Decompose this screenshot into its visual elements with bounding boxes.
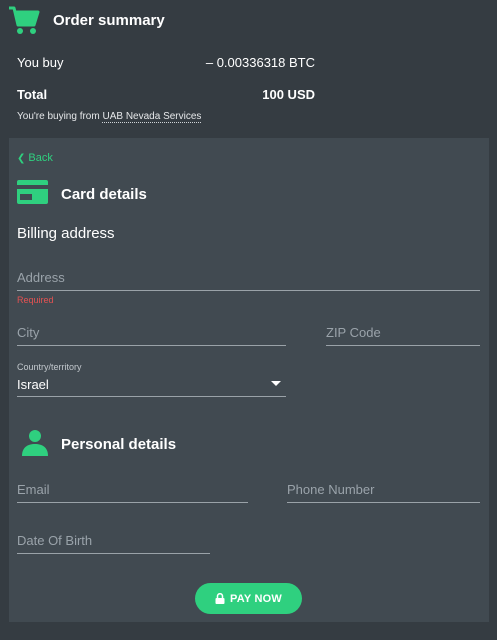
zip-code-field[interactable]: ZIP Code bbox=[326, 323, 480, 346]
vendor-prefix: You're buying from bbox=[17, 111, 100, 122]
address-field[interactable]: Address bbox=[17, 268, 480, 291]
email-field[interactable]: Email bbox=[17, 480, 248, 503]
email-placeholder: Email bbox=[17, 482, 50, 497]
person-icon bbox=[22, 430, 48, 456]
date-of-birth-placeholder: Date Of Birth bbox=[17, 533, 93, 548]
billing-address-heading: Billing address bbox=[17, 225, 115, 242]
total-label: Total bbox=[17, 87, 48, 102]
card-details-title: Card details bbox=[61, 186, 147, 203]
back-link[interactable]: ❮ Back bbox=[17, 152, 53, 164]
city-placeholder: City bbox=[17, 325, 40, 340]
order-summary-title: Order summary bbox=[53, 12, 165, 29]
vendor-link[interactable]: UAB Nevada Services bbox=[102, 111, 202, 123]
pay-now-label: PAY NOW bbox=[230, 592, 282, 605]
vendor-line: You're buying from UAB Nevada Services bbox=[17, 111, 202, 123]
payment-form-panel: ❮ Back Card details Billing address Addr… bbox=[9, 138, 489, 622]
order-summary: Order summary You buy – 0.00336318 BTC T… bbox=[0, 0, 497, 138]
cart-icon bbox=[9, 6, 40, 34]
country-select[interactable]: Country/territory Israel bbox=[17, 361, 286, 397]
you-buy-label: You buy bbox=[17, 55, 64, 70]
you-buy-value: – 0.00336318 BTC bbox=[205, 55, 315, 70]
phone-number-placeholder: Phone Number bbox=[287, 482, 375, 497]
pay-now-button[interactable]: PAY NOW bbox=[195, 583, 302, 614]
total-value: 100 USD bbox=[262, 87, 315, 102]
country-value: Israel bbox=[17, 377, 49, 392]
caret-down-icon bbox=[271, 381, 281, 386]
chevron-left-icon: ❮ bbox=[17, 152, 26, 164]
phone-number-field[interactable]: Phone Number bbox=[287, 480, 480, 503]
address-placeholder: Address bbox=[17, 270, 65, 285]
address-error: Required bbox=[17, 295, 54, 305]
date-of-birth-field[interactable]: Date Of Birth bbox=[17, 531, 210, 554]
lock-icon bbox=[215, 593, 225, 604]
zip-code-placeholder: ZIP Code bbox=[326, 325, 381, 340]
city-field[interactable]: City bbox=[17, 323, 286, 346]
personal-details-title: Personal details bbox=[61, 436, 177, 453]
back-label: Back bbox=[28, 152, 53, 164]
credit-card-icon bbox=[17, 180, 48, 204]
country-label: Country/territory bbox=[17, 362, 82, 372]
